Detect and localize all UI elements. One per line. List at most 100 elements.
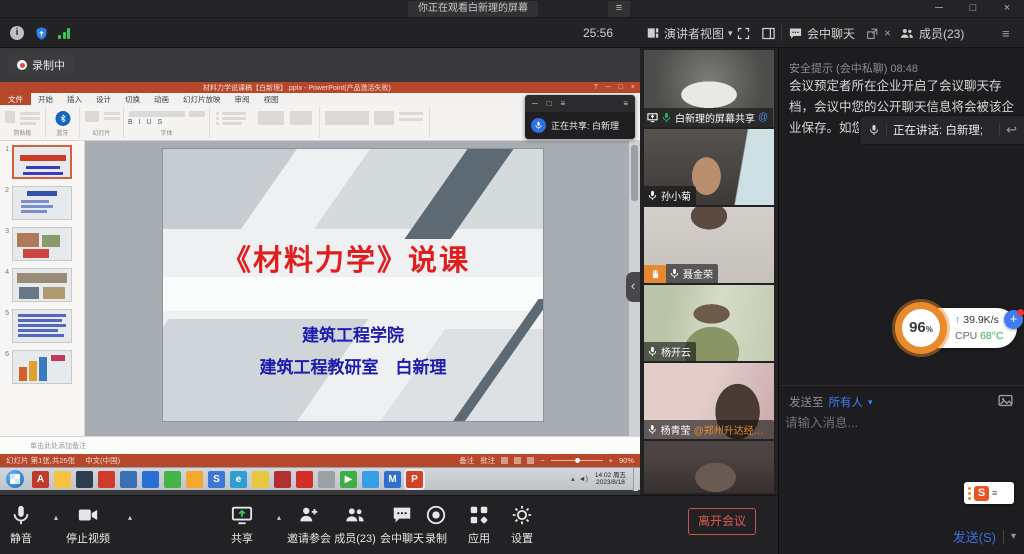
ppt-tab-home[interactable]: 开始 [31, 94, 60, 105]
window-minimize-button[interactable]: ─ [922, 0, 956, 18]
apps-button[interactable]: 应用 [468, 504, 490, 546]
mic-options-caret[interactable]: ▴ [54, 513, 58, 522]
slide-thumbnail[interactable]: 3 [2, 227, 80, 261]
info-icon[interactable]: i [10, 18, 24, 48]
taskbar-clock[interactable]: 14:02 周五 2023/8/18 [592, 472, 629, 487]
video-tile[interactable]: 杨青莹 @郑州升达经贸... [644, 363, 774, 439]
ppt-tab-transitions[interactable]: 切换 [118, 94, 147, 105]
view-mode-button[interactable]: 演讲者视图 ▾ [646, 18, 733, 48]
ppt-minimize-icon[interactable]: ─ [606, 84, 611, 91]
ppt-notes-pane[interactable]: 单击此处添加备注 [0, 436, 640, 454]
taskbar-app-icon[interactable]: ▶ [340, 471, 357, 488]
ppt-tab-view[interactable]: 视图 [257, 94, 286, 105]
share-screen-button[interactable]: 共享 [231, 504, 253, 546]
ppt-view-sorter-icon[interactable] [514, 457, 521, 464]
tray-volume-icon[interactable]: ◄) [579, 476, 588, 483]
taskbar-app-icon[interactable]: e [230, 471, 247, 488]
ppt-close-icon[interactable]: × [631, 84, 635, 91]
ppt-notes-toggle[interactable]: 备注 [459, 455, 474, 466]
taskbar-app-icon[interactable]: M [384, 471, 401, 488]
ppt-tab-file[interactable]: 文件 [0, 93, 31, 105]
video-tile[interactable]: 孙小菊 [644, 129, 774, 205]
recording-badge[interactable]: 录制中 [8, 54, 74, 76]
ppt-maximize-icon[interactable]: □ [619, 84, 623, 91]
video-tile[interactable]: 白新理的屏幕共享 @ [644, 50, 774, 127]
slide-thumbnail[interactable]: 1 [2, 145, 80, 179]
record-button[interactable]: 录制 [425, 504, 447, 546]
taskbar-app-icon[interactable] [318, 471, 335, 488]
video-tile[interactable]: 聂金荣 [644, 207, 774, 283]
slide-thumbnail[interactable]: 4 [2, 268, 80, 302]
send-options-caret[interactable]: ▾ [1011, 531, 1016, 542]
taskbar-app-icon[interactable]: A [32, 471, 49, 488]
window-maximize-button[interactable]: □ [956, 0, 990, 18]
taskbar-app-icon[interactable] [274, 471, 291, 488]
popout-panel-button[interactable] [866, 18, 879, 48]
ppt-language[interactable]: 中文(中国) [85, 455, 120, 466]
ppt-comments-toggle[interactable]: 批注 [480, 455, 495, 466]
overlay-menu-icon[interactable]: ≡ [623, 99, 628, 108]
members-panel-tab[interactable]: 成员(23) [899, 18, 964, 48]
current-slide[interactable]: 《材料力学》说课 建筑工程学院 建筑工程教研室 白新理 [163, 149, 543, 421]
sidebar-toggle-button[interactable] [761, 18, 776, 48]
shield-icon[interactable] [34, 18, 49, 48]
ppt-tab-design[interactable]: 设计 [89, 94, 118, 105]
taskbar-app-icon[interactable] [142, 471, 159, 488]
ppt-tab-slideshow[interactable]: 幻灯片放映 [176, 94, 228, 105]
send-to-selector[interactable]: 发送至 所有人 ▾ [789, 394, 873, 410]
ppt-zoom-level[interactable]: 90% [619, 456, 634, 465]
members-button[interactable]: 成员(23) [331, 504, 379, 546]
fullscreen-button[interactable] [736, 18, 751, 48]
reply-icon[interactable]: ↩ [1006, 122, 1017, 138]
taskbar-powerpoint-icon[interactable]: P [406, 471, 423, 488]
ppt-tab-animations[interactable]: 动画 [147, 94, 176, 105]
collapse-video-strip-handle[interactable]: ‹ [626, 272, 640, 302]
ppt-zoom-out-icon[interactable]: − [540, 456, 544, 465]
chat-button[interactable]: 会中聊天 [378, 504, 426, 546]
taskbar-app-icon[interactable] [120, 471, 137, 488]
taskbar-app-icon[interactable] [296, 471, 313, 488]
mute-button[interactable]: 静音 [10, 504, 32, 546]
close-panel-button[interactable]: × [884, 18, 891, 48]
ppt-view-normal-icon[interactable] [501, 457, 508, 464]
stop-video-button[interactable]: 停止视频 [66, 504, 110, 546]
video-options-caret[interactable]: ▴ [128, 513, 132, 522]
tray-expand-icon[interactable]: ▴ [571, 475, 575, 483]
performance-widget[interactable]: 96% ↑39.9K/s CPU 68°C + [895, 305, 1017, 351]
chat-message-input[interactable] [785, 412, 1019, 472]
titlebar-menu-icon[interactable]: ≡ [608, 1, 630, 17]
overlay-list-icon[interactable]: ≡ [561, 99, 566, 108]
slide-thumbnail[interactable]: 2 [2, 186, 80, 220]
start-button[interactable] [6, 470, 24, 488]
ppt-tab-insert[interactable]: 插入 [60, 94, 89, 105]
network-signal-icon[interactable] [58, 18, 70, 48]
overlay-window-icon[interactable]: □ [547, 99, 552, 108]
send-image-button[interactable] [997, 392, 1014, 409]
add-widget-button[interactable]: + [1004, 310, 1023, 329]
taskbar-app-icon[interactable] [164, 471, 181, 488]
ppt-tab-review[interactable]: 审阅 [228, 94, 257, 105]
window-close-button[interactable]: × [990, 0, 1024, 18]
leave-meeting-button[interactable]: 离开会议 [688, 508, 756, 535]
slide-thumbnail[interactable]: 5 [2, 309, 80, 343]
settings-button[interactable]: 设置 [511, 504, 533, 546]
taskbar-app-icon[interactable] [54, 471, 71, 488]
ppt-view-slideshow-icon[interactable] [527, 457, 534, 464]
video-tile[interactable]: 杨开云 [644, 285, 774, 361]
slide-thumbnail[interactable]: 6 [2, 350, 80, 384]
taskbar-app-icon[interactable] [76, 471, 93, 488]
taskbar-app-icon[interactable]: S [208, 471, 225, 488]
taskbar-app-icon[interactable] [186, 471, 203, 488]
invite-button[interactable]: 邀请参会 [281, 504, 337, 546]
send-button[interactable]: 发送(S) [953, 527, 996, 546]
ppt-zoom-slider[interactable] [551, 460, 603, 461]
ppt-font-buttons[interactable]: B I U S [128, 119, 164, 126]
bluetooth-icon[interactable] [55, 111, 70, 126]
show-desktop-button[interactable] [633, 468, 638, 491]
taskbar-app-icon[interactable] [98, 471, 115, 488]
ppt-zoom-in-icon[interactable]: + [609, 456, 613, 465]
overlay-minimize-icon[interactable]: ─ [532, 99, 538, 108]
ime-indicator[interactable]: S ≡ [964, 482, 1014, 504]
chat-panel-tab[interactable]: 会中聊天 [788, 18, 855, 48]
speaking-indicator[interactable]: 正在讲话: 白新理; ↩ [859, 115, 1024, 145]
